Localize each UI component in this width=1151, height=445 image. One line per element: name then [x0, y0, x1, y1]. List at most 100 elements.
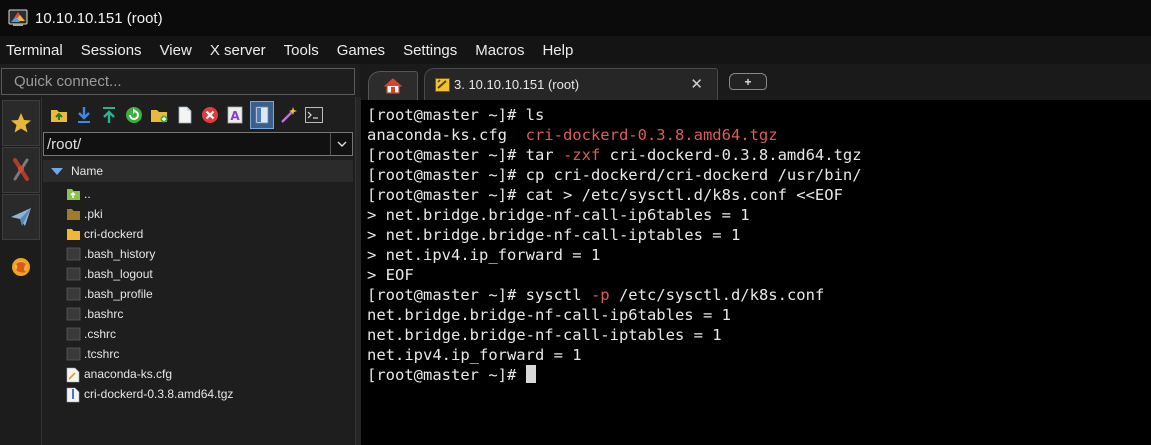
menu-item-macros[interactable]: Macros: [475, 42, 524, 59]
new-file-icon[interactable]: [176, 106, 194, 124]
terminal-line: > net.bridge.bridge-nf-call-iptables = 1: [367, 225, 1151, 245]
tab-close-icon[interactable]: ✕: [690, 75, 703, 93]
sidebar-sessions-button[interactable]: [2, 100, 40, 146]
file-dark-icon: [66, 327, 81, 341]
terminal-text: ls: [525, 106, 545, 124]
terminal-highlight-text: cri-dockerd-0.3.8.amd64.tgz: [525, 126, 778, 144]
refresh-icon[interactable]: [125, 106, 143, 124]
terminal-line: net.bridge.bridge-nf-call-iptables = 1: [367, 325, 1151, 345]
terminal-line: anaconda-ks.cfg cri-dockerd-0.3.8.amd64.…: [367, 125, 1151, 145]
terminal-text: [root@master ~]# tar: [367, 146, 563, 164]
file-row[interactable]: .bashrc: [42, 304, 355, 324]
tab-session-label: 3. 10.10.10.151 (root): [454, 77, 580, 92]
terminal-highlight-text: -p: [590, 286, 610, 304]
terminal-line: [root@master ~]# tar -zxf cri-dockerd-0.…: [367, 145, 1151, 165]
file-row[interactable]: .cshrc: [42, 324, 355, 344]
menu-item-settings[interactable]: Settings: [403, 42, 457, 59]
archive-file-icon: [66, 387, 81, 403]
terminal-text: > net.bridge.bridge-nf-call-ip6tables = …: [367, 206, 750, 224]
file-name: cri-dockerd-0.3.8.amd64.tgz: [84, 387, 234, 401]
new-folder-icon[interactable]: [150, 106, 168, 124]
terminal-prompt-line: [root@master ~]#: [367, 365, 1151, 385]
upload-icon[interactable]: [100, 106, 118, 124]
window-title: 10.10.10.151 (root): [35, 9, 163, 27]
star-icon: [11, 113, 31, 133]
file-name: anaconda-ks.cfg: [84, 367, 173, 381]
file-name: .bash_logout: [84, 267, 153, 281]
terminal-text: [root@master ~]# cp cri-dockerd/cri-dock…: [367, 166, 862, 184]
plus-icon: +: [744, 74, 752, 89]
app-logo-icon: [8, 9, 28, 27]
tab-home[interactable]: [368, 71, 418, 100]
terminal-icon[interactable]: [305, 106, 324, 124]
parent-folder-icon: [66, 187, 81, 201]
file-name: .bash_profile: [84, 287, 153, 301]
file-row[interactable]: .tcshrc: [42, 344, 355, 364]
menu-item-tools[interactable]: Tools: [284, 42, 319, 59]
quick-connect-box[interactable]: [1, 68, 355, 95]
file-row[interactable]: cri-dockerd-0.3.8.amd64.tgz: [42, 384, 355, 404]
menu-item-view[interactable]: View: [160, 42, 192, 59]
quick-connect-input[interactable]: [2, 69, 354, 94]
toggle-terminal-folder-icon[interactable]: [250, 101, 275, 129]
file-toolbar: A: [42, 99, 355, 131]
file-row[interactable]: anaconda-ks.cfg: [42, 364, 355, 384]
terminal-tab-icon: [435, 77, 450, 92]
file-dark-icon: [66, 247, 81, 261]
terminal-text: [root@master ~]#: [367, 106, 526, 124]
terminal-output[interactable]: [root@master ~]# ls anaconda-ks.cfg cri-d…: [361, 100, 1151, 445]
terminal-highlight-text: -zxf: [562, 146, 601, 164]
file-name: .bash_history: [84, 247, 156, 261]
folder-icon: [66, 227, 81, 241]
rename-icon[interactable]: A: [226, 106, 244, 124]
terminal-line: [root@master ~]# cat > /etc/sysctl.d/k8s…: [367, 185, 1151, 205]
file-row[interactable]: .pki: [42, 204, 355, 224]
download-icon[interactable]: [75, 106, 93, 124]
sort-triangle-icon: [51, 167, 63, 175]
terminal-line: > net.bridge.bridge-nf-call-ip6tables = …: [367, 205, 1151, 225]
file-name: .cshrc: [84, 327, 117, 341]
file-dark-icon: [66, 347, 81, 361]
sidebar-tools-button[interactable]: [2, 147, 40, 193]
magic-wand-icon[interactable]: [280, 106, 298, 124]
title-bar: 10.10.10.151 (root): [0, 0, 1151, 36]
terminal-line: net.bridge.bridge-nf-call-ip6tables = 1: [367, 305, 1151, 325]
terminal-text: [root@master ~]# sysctl: [367, 286, 591, 304]
file-row[interactable]: .bash_profile: [42, 284, 355, 304]
name-column-header[interactable]: Name: [43, 160, 353, 182]
terminal-text: [root@master ~]# cat > /etc/sysctl.d/k8s…: [367, 186, 843, 204]
terminal-text: net.ipv4.ip_forward = 1: [367, 346, 582, 364]
file-row[interactable]: cri-dockerd: [42, 224, 355, 244]
sidebar-sftp-button[interactable]: [2, 244, 40, 290]
tab-session[interactable]: 3. 10.10.10.151 (root) ✕: [424, 68, 718, 100]
folder-up-icon[interactable]: [50, 106, 68, 124]
menu-item-terminal[interactable]: Terminal: [6, 42, 63, 59]
menu-item-help[interactable]: Help: [542, 42, 573, 59]
terminal-text: > net.bridge.bridge-nf-call-iptables = 1: [367, 226, 741, 244]
sidebar-send-button[interactable]: [2, 194, 40, 240]
file-row[interactable]: ..: [42, 184, 355, 204]
home-icon: [384, 78, 402, 94]
terminal-line: > net.ipv4.ip_forward = 1: [367, 245, 1151, 265]
folder-dim-icon: [66, 207, 81, 221]
file-row[interactable]: .bash_logout: [42, 264, 355, 284]
file-list: .. .pki cri-dockerd .bash_history .bash_logo…: [42, 184, 355, 404]
delete-icon[interactable]: [201, 106, 219, 124]
path-input[interactable]: [44, 133, 330, 155]
file-row[interactable]: .bash_history: [42, 244, 355, 264]
menu-item-sessions[interactable]: Sessions: [81, 42, 142, 59]
side-strip: [0, 97, 42, 445]
terminal-text: > net.ipv4.ip_forward = 1: [367, 246, 601, 264]
send-icon: [11, 208, 31, 226]
file-dark-icon: [66, 307, 81, 321]
new-tab-button[interactable]: +: [729, 73, 767, 90]
menu-item-x-server[interactable]: X server: [210, 42, 266, 59]
path-bar[interactable]: [43, 132, 353, 156]
menu-item-games[interactable]: Games: [337, 42, 385, 59]
chevron-down-icon[interactable]: [330, 133, 352, 155]
tools-icon: [13, 158, 29, 181]
terminal-line: [root@master ~]# sysctl -p /etc/sysctl.d…: [367, 285, 1151, 305]
file-dark-icon: [66, 267, 81, 281]
terminal-text: anaconda-ks.cfg: [367, 126, 526, 144]
file-name: cri-dockerd: [84, 227, 144, 241]
